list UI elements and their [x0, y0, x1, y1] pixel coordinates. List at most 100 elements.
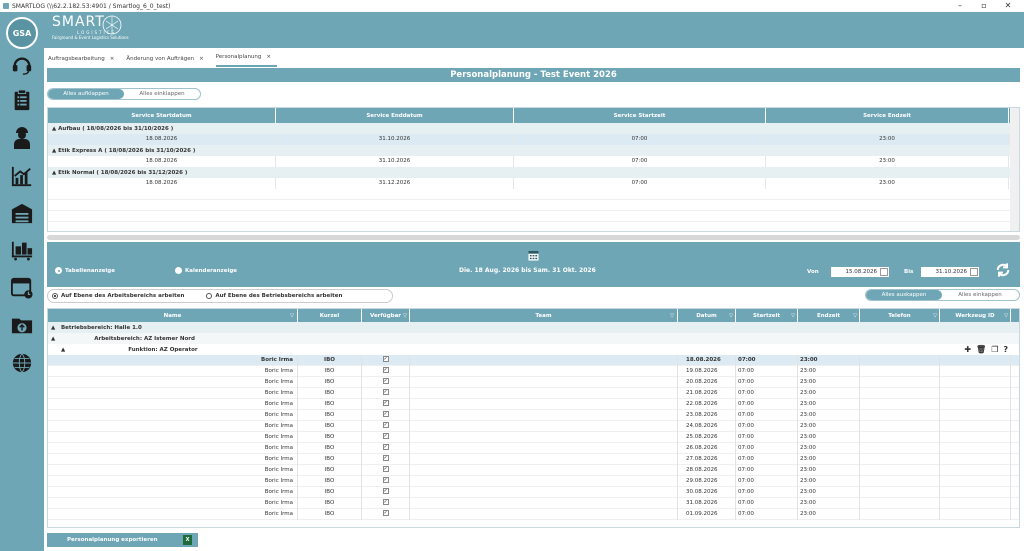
- expand-all-button[interactable]: Alles auskappen: [866, 290, 942, 300]
- group-betriebsbereich[interactable]: ▲ Betriebsbereich: Halle 1.0: [48, 322, 1019, 333]
- available-checkbox[interactable]: ✓: [382, 433, 389, 439]
- close-tab-icon[interactable]: ×: [199, 56, 204, 62]
- col-name[interactable]: Name ▽: [48, 309, 298, 322]
- table-view-radio[interactable]: Tabellenanzeige: [55, 267, 115, 274]
- table-row[interactable]: Boric Irma IBO ✓ 01.09.2026 07:00 23:00: [48, 508, 1019, 520]
- table-row[interactable]: Boric Irma IBO ✓ 26.08.2026 07:00 23:00: [48, 442, 1019, 454]
- chart-icon[interactable]: [9, 163, 35, 189]
- clipboard-icon[interactable]: [9, 87, 35, 113]
- level-arbeitsbereich-radio[interactable]: Auf Ebene des Arbeitsbereichs arbeiten: [52, 293, 184, 299]
- col-service-enddatum[interactable]: Service Enddatum: [276, 108, 514, 123]
- table-row[interactable]: 18.08.2026 31.12.2026 07:00 23:00: [48, 178, 1019, 189]
- table-row[interactable]: Boric Irma IBO ✓ 22.08.2026 07:00 23:00: [48, 398, 1019, 410]
- available-checkbox[interactable]: ✓: [382, 510, 389, 516]
- col-startzeit[interactable]: Startzeit ▽: [736, 309, 798, 322]
- filter-icon[interactable]: ▽: [403, 313, 407, 319]
- calendar-icon[interactable]: [970, 268, 978, 276]
- available-checkbox[interactable]: ✓: [382, 367, 389, 373]
- vertical-scrollbar[interactable]: [1010, 108, 1019, 231]
- maximize-icon[interactable]: ▫: [972, 0, 996, 12]
- available-checkbox[interactable]: ✓: [382, 378, 389, 384]
- table-row[interactable]: Boric Irma IBO ✓ 24.08.2026 07:00 23:00: [48, 420, 1019, 432]
- collapse-icon[interactable]: ▲: [61, 347, 65, 353]
- expand-all-button[interactable]: Alles aufklappen: [48, 89, 124, 99]
- filter-icon[interactable]: ▽: [791, 313, 795, 319]
- available-checkbox[interactable]: ✓: [382, 400, 389, 406]
- col-werkzeug-id[interactable]: Werkzeug ID ▽: [940, 309, 1011, 322]
- table-row[interactable]: Boric Irma IBO ✓ 20.08.2026 07:00 23:00: [48, 376, 1019, 388]
- table-row[interactable]: Boric Irma IBO ✓ 23.08.2026 07:00 23:00: [48, 409, 1019, 421]
- col-kurzel[interactable]: Kurzel: [298, 309, 362, 322]
- collapse-all-button[interactable]: Alles einkappen: [942, 290, 1018, 300]
- help-icon[interactable]: ?: [1003, 344, 1008, 355]
- globe-network-icon[interactable]: [9, 350, 35, 376]
- available-checkbox[interactable]: ✓: [382, 411, 389, 417]
- tab-auftragsbearbeitung[interactable]: Auftragsbearbeitung ×: [48, 56, 120, 67]
- folder-upload-icon[interactable]: [9, 312, 35, 338]
- filter-icon[interactable]: ▽: [670, 313, 674, 319]
- export-button[interactable]: Personalplanung exportieren X: [47, 533, 198, 547]
- filter-icon[interactable]: ▽: [729, 313, 733, 319]
- close-icon[interactable]: ✕: [996, 0, 1020, 12]
- table-row[interactable]: Boric Irma IBO ✓ 27.08.2026 07:00 23:00: [48, 453, 1019, 465]
- group-row[interactable]: ▲ Etik Normal ( 18/08/2026 bis 31/12/202…: [48, 167, 1019, 178]
- col-datum[interactable]: Datum ▽: [678, 309, 736, 322]
- copy-icon[interactable]: ❐: [991, 344, 998, 355]
- col-service-endzeit[interactable]: Service Endzeit: [766, 108, 1009, 123]
- collapse-icon[interactable]: ▲: [51, 336, 55, 342]
- group-arbeitsbereich[interactable]: ▲ Arbeitsbereich: AZ Istemer Nord: [48, 333, 1019, 344]
- available-checkbox[interactable]: ✓: [382, 356, 389, 362]
- close-tab-icon[interactable]: ×: [266, 54, 271, 60]
- tab-aenderung[interactable]: Änderung von Aufträgen ×: [126, 56, 209, 67]
- col-team[interactable]: Team ▽: [410, 309, 678, 322]
- col-service-startzeit[interactable]: Service Startzeit: [514, 108, 766, 123]
- group-row[interactable]: ▲ Aufbau ( 18/08/2026 bis 31/10/2026 ): [48, 123, 1019, 134]
- available-checkbox[interactable]: ✓: [382, 389, 389, 395]
- table-row[interactable]: 18.08.2026 31.10.2026 07:00 23:00: [48, 134, 1019, 145]
- refresh-icon[interactable]: [995, 262, 1011, 278]
- col-verfuegbar[interactable]: Verfügbar ▽: [362, 309, 410, 322]
- table-row[interactable]: Boric Irma IBO ✓ 19.08.2026 07:00 23:00: [48, 365, 1019, 377]
- from-date-field[interactable]: 15.08.2026: [831, 267, 889, 277]
- table-row[interactable]: Boric Irma IBO ✓ 21.08.2026 07:00 23:00: [48, 387, 1019, 399]
- level-betriebsbereich-radio[interactable]: Auf Ebene des Betriebsbereichs arbeiten: [206, 293, 342, 299]
- table-row[interactable]: Boric Irma IBO ✓ 31.08.2026 07:00 23:00: [48, 497, 1019, 509]
- forklift-icon[interactable]: [9, 237, 35, 263]
- warehouse-icon[interactable]: [9, 200, 35, 226]
- table-row[interactable]: Boric Irma IBO ✓ 29.08.2026 07:00 23:00: [48, 475, 1019, 487]
- calendar-view-radio[interactable]: Kalenderanzeige: [175, 267, 237, 274]
- collapse-icon[interactable]: ▲: [51, 325, 61, 331]
- col-telefon[interactable]: Telefon ▽: [860, 309, 940, 322]
- group-funktion[interactable]: ▲ Funktion: AZ Operator ✚ 🗑 ❐ ?: [48, 344, 1019, 355]
- col-service-startdatum[interactable]: Service Startdatum: [48, 108, 276, 123]
- headset-icon[interactable]: [9, 52, 35, 78]
- available-checkbox[interactable]: ✓: [382, 422, 389, 428]
- available-checkbox[interactable]: ✓: [382, 488, 389, 494]
- close-tab-icon[interactable]: ×: [110, 56, 115, 62]
- filter-icon[interactable]: ▽: [933, 313, 937, 319]
- filter-icon[interactable]: ▽: [1004, 313, 1008, 319]
- filter-icon[interactable]: ▽: [290, 313, 294, 319]
- add-icon[interactable]: ✚: [964, 344, 971, 355]
- available-checkbox[interactable]: ✓: [382, 444, 389, 450]
- table-row[interactable]: Boric Irma IBO ✓ 18.08.2026 07:00 23:00: [48, 354, 1019, 366]
- col-endzeit[interactable]: Endzeit ▽: [798, 309, 860, 322]
- user-avatar[interactable]: GSA: [6, 17, 38, 49]
- delete-icon[interactable]: 🗑: [976, 344, 986, 355]
- horizontal-scrollbar[interactable]: [47, 235, 1020, 240]
- available-checkbox[interactable]: ✓: [382, 466, 389, 472]
- calendar-icon[interactable]: [880, 268, 888, 276]
- available-checkbox[interactable]: ✓: [382, 477, 389, 483]
- to-date-field[interactable]: 31.10.2026: [921, 267, 979, 277]
- table-row[interactable]: Boric Irma IBO ✓ 28.08.2026 07:00 23:00: [48, 464, 1019, 476]
- filter-icon[interactable]: ▽: [853, 313, 857, 319]
- group-row[interactable]: ▲ Etik Express A ( 18/08/2026 bis 31/10/…: [48, 145, 1019, 156]
- minimize-icon[interactable]: –: [948, 0, 972, 12]
- available-checkbox[interactable]: ✓: [382, 455, 389, 461]
- table-row[interactable]: Boric Irma IBO ✓ 25.08.2026 07:00 23:00: [48, 431, 1019, 443]
- worker-icon[interactable]: [9, 124, 35, 150]
- collapse-all-button[interactable]: Alles einklappen: [124, 89, 200, 99]
- table-row[interactable]: 18.08.2026 31.10.2026 07:00 23:00: [48, 156, 1019, 167]
- table-row[interactable]: Boric Irma IBO ✓ 30.08.2026 07:00 23:00: [48, 486, 1019, 498]
- calendar-icon[interactable]: [528, 250, 539, 261]
